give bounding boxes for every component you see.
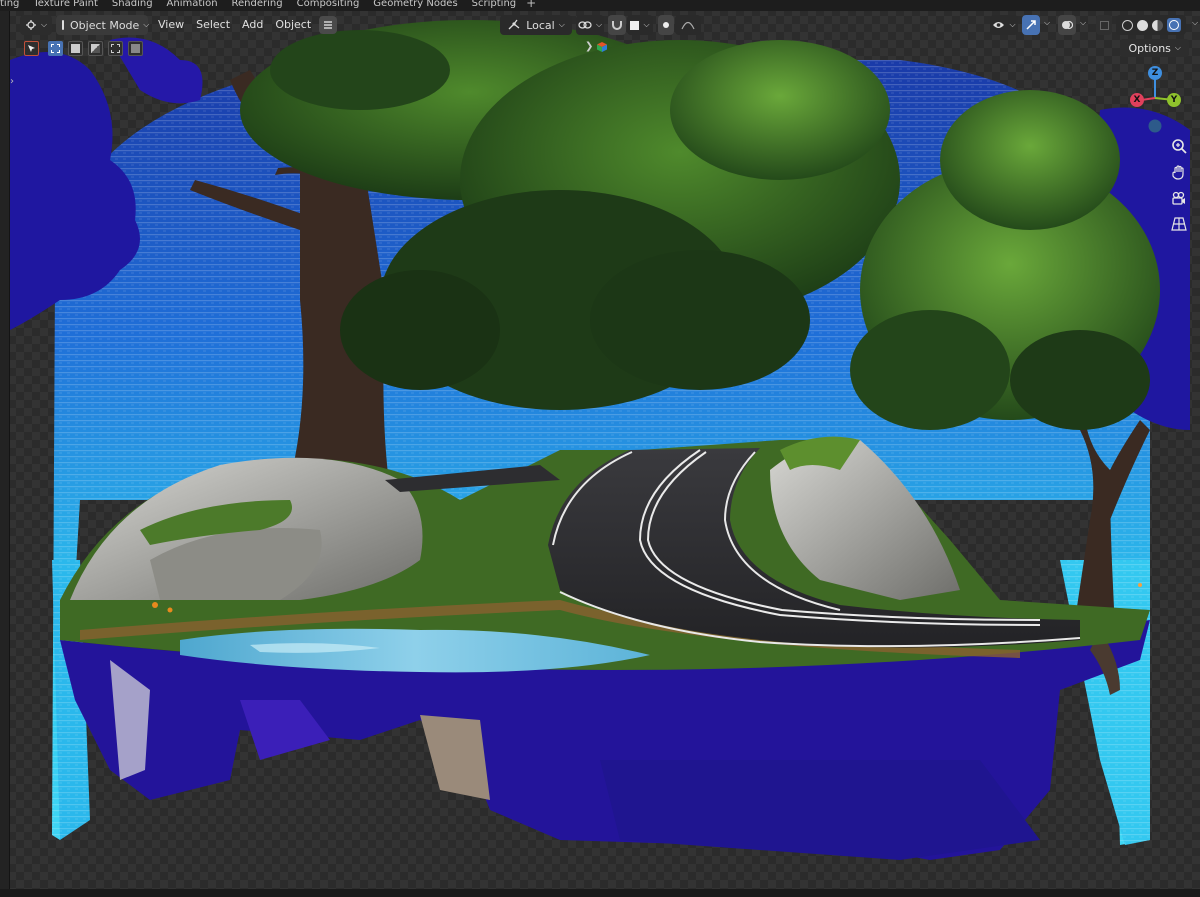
camera-view-icon xyxy=(1172,191,1185,205)
viewport-header: ⌵ Object Mode ⌵ View Select Add Object L… xyxy=(10,11,1200,39)
workspace-tabs: ting Texture Paint Shading Animation Ren… xyxy=(0,0,1200,11)
tab-animation[interactable]: Animation xyxy=(160,0,225,9)
pan-button[interactable] xyxy=(1166,160,1192,184)
tab-scripting[interactable]: Scripting xyxy=(465,0,523,9)
box-select-icon xyxy=(51,43,60,53)
mode-label: Object Mode xyxy=(70,18,140,32)
gizmo-toggle[interactable] xyxy=(1022,15,1040,35)
xray-toggle[interactable] xyxy=(1096,15,1112,35)
select-mode-extend[interactable] xyxy=(68,40,83,56)
xray-icon xyxy=(1099,20,1109,30)
wireframe-shading-icon[interactable] xyxy=(1121,19,1133,31)
viewport-icon xyxy=(25,20,36,30)
visibility-dropdown[interactable]: ⌵ xyxy=(990,15,1018,35)
chevron-down-icon: ⌵ xyxy=(643,20,650,29)
gizmo-z-axis[interactable]: Z xyxy=(1148,66,1162,80)
editor-type-button[interactable]: ⌵ xyxy=(20,15,52,35)
gizmo-y-axis[interactable]: Y xyxy=(1167,93,1181,107)
menu-add[interactable]: Add xyxy=(236,15,269,35)
options-button[interactable]: Options ⌵ xyxy=(1120,39,1189,57)
rendered-shading-icon[interactable] xyxy=(1166,18,1181,32)
camera-view-button[interactable] xyxy=(1166,186,1192,210)
tab-compositing[interactable]: Compositing xyxy=(290,0,367,9)
scene-render xyxy=(10,11,1200,889)
material-shading-icon[interactable] xyxy=(1151,19,1163,31)
menu-object[interactable]: Object xyxy=(269,15,317,35)
chevron-down-icon: ⌵ xyxy=(143,20,150,29)
chevron-down-icon: ⌵ xyxy=(595,20,603,29)
invert-icon xyxy=(111,43,120,53)
tab-texture-paint[interactable]: Texture Paint xyxy=(26,0,105,9)
grid-perspective-icon xyxy=(1171,217,1187,231)
tab-rendering[interactable]: Rendering xyxy=(225,0,290,9)
perspective-toggle-button[interactable] xyxy=(1166,212,1192,236)
select-mode-new[interactable] xyxy=(48,40,63,56)
pivot-label: Local xyxy=(526,18,555,32)
overlays-toggle[interactable] xyxy=(1058,15,1076,35)
transform-orientation-dropdown[interactable]: Local ⌵ xyxy=(500,15,572,35)
select-mode-invert[interactable] xyxy=(108,40,123,56)
select-mode-intersect[interactable] xyxy=(128,40,143,56)
subtract-icon xyxy=(91,43,100,53)
select-tool-button[interactable] xyxy=(24,40,39,56)
viewport-bottom-edge xyxy=(0,889,1200,897)
falloff-curve-icon xyxy=(681,21,695,30)
eye-icon xyxy=(993,22,1005,28)
mode-dropdown[interactable]: Object Mode ⌵ xyxy=(56,15,150,35)
options-label: Options xyxy=(1128,41,1171,55)
shading-modes xyxy=(1116,15,1186,35)
zoom-button[interactable] xyxy=(1166,134,1192,158)
add-workspace-button[interactable]: + xyxy=(523,0,536,10)
chevron-down-icon: ⌵ xyxy=(1174,43,1181,52)
cube-icon[interactable] xyxy=(596,41,608,53)
extend-icon xyxy=(71,43,80,53)
menu-select[interactable]: Select xyxy=(190,15,236,35)
chevron-down-icon: ⌵ xyxy=(558,20,565,29)
pivot-point-dropdown[interactable]: ⌵ xyxy=(576,15,604,35)
toolbar-collapse-arrow[interactable]: ❯ xyxy=(585,41,593,52)
solid-shading-icon[interactable] xyxy=(1136,19,1148,31)
tab-modeling[interactable]: ting xyxy=(0,0,26,9)
select-mode-subtract[interactable] xyxy=(88,40,103,56)
cursor-icon xyxy=(28,44,35,52)
blender-window: ting Texture Paint Shading Animation Ren… xyxy=(0,0,1200,897)
snap-increment-icon xyxy=(630,20,640,30)
chevron-down-icon: ⌵ xyxy=(1009,20,1016,29)
left-editor-edge[interactable] xyxy=(0,11,10,889)
gizmo-dropdown-chevron[interactable]: ⌵ xyxy=(1044,18,1050,28)
falloff-dropdown[interactable] xyxy=(675,15,701,35)
proportional-dot-icon xyxy=(663,22,669,28)
snap-toggle[interactable] xyxy=(608,15,626,35)
hamburger-menu-button[interactable] xyxy=(319,16,338,34)
select-mode-row xyxy=(24,40,143,56)
zoom-icon xyxy=(1172,139,1187,154)
object-mode-icon xyxy=(62,20,64,30)
overlay-circles-icon xyxy=(1062,20,1073,30)
proportional-editing-toggle[interactable] xyxy=(658,15,674,35)
menu-icon xyxy=(324,21,333,29)
toolbar-toggle-arrow[interactable]: › xyxy=(10,76,14,87)
chevron-down-icon: ⌵ xyxy=(40,20,48,29)
gizmo-arrow-icon xyxy=(1026,20,1036,30)
hand-pan-icon xyxy=(1172,165,1184,180)
gizmo-x-axis[interactable]: X xyxy=(1130,93,1144,107)
intersect-icon xyxy=(131,43,140,53)
tab-shading[interactable]: Shading xyxy=(105,0,160,9)
menu-view[interactable]: View xyxy=(152,15,190,35)
link-icon xyxy=(578,21,592,29)
snap-magnet-icon xyxy=(612,21,622,30)
navigation-gizmo[interactable]: Z X Y xyxy=(1128,62,1184,138)
snap-target-dropdown[interactable]: ⌵ xyxy=(627,15,653,35)
orientation-icon xyxy=(508,19,520,30)
3d-viewport[interactable] xyxy=(10,11,1200,889)
shading-dropdown-chevron[interactable]: ⌵ xyxy=(1192,18,1198,28)
tab-geometry-nodes[interactable]: Geometry Nodes xyxy=(366,0,464,9)
overlays-dropdown-chevron[interactable]: ⌵ xyxy=(1080,18,1086,28)
